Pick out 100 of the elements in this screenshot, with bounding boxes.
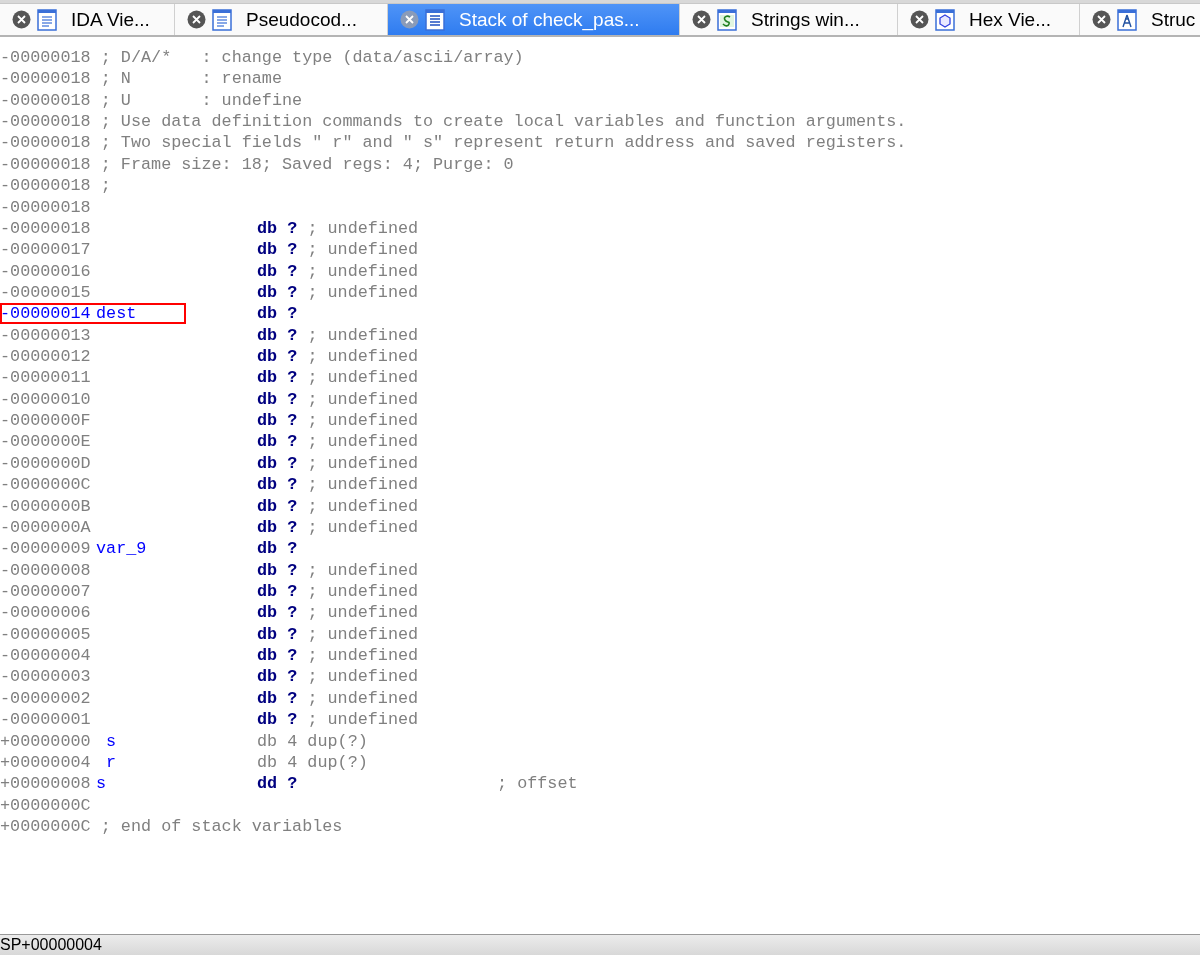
address-text: -00000016 [0,260,91,282]
address-text: -00000010 [0,388,91,411]
address-text: -00000008 [0,559,91,581]
tab[interactable]: Hex Vie... [898,4,1080,35]
comment-text: ; Two special fields " r" and " s" represent return address and saved registers. [99,132,907,154]
status-bar: SP+00000004 [0,934,1200,955]
type-text: db ? [257,388,298,411]
comment-text: ; undefined [306,324,419,347]
address-text: +00000008 [0,773,91,795]
comment-text: ; undefined [306,452,419,475]
address-text: -00000006 [0,602,91,624]
type-text: db ? [257,281,298,304]
comment-text: ; undefined [306,687,419,710]
comment-text: ; undefined [306,495,419,517]
type-text: db ? [257,559,298,581]
comment-text: ; Frame size: 18; Saved regs: 4; Purge: 0 [99,153,514,176]
comment-text: ; undefined [306,217,419,240]
type-text: db ? [257,367,298,389]
address-text: -00000018 [0,196,91,218]
comment-text: ; undefined [306,388,419,411]
address-text: -00000002 [0,687,91,710]
comment-text: ; Use data definition commands to create local variables and function arguments. [99,111,907,133]
type-text: dd ? [257,773,298,795]
type-text: db ? [257,452,298,475]
address-text: -00000018 [0,47,91,69]
comment-text: ; undefined [306,281,419,304]
close-icon[interactable] [187,10,206,29]
type-text: db 4 dup(?) [257,730,368,752]
tab[interactable]: Stack of check_pas... [388,4,680,35]
stack-list-icon [425,8,445,31]
variable-name[interactable]: s [96,773,107,795]
variable-name[interactable]: s [106,730,117,752]
document-icon [37,8,57,31]
address-text: -00000001 [0,709,91,731]
comment-text: ; undefined [306,410,419,432]
type-text: db ? [257,581,298,603]
comment-text: ; undefined [306,431,419,453]
address-text: -0000000E [0,431,91,453]
variable-name[interactable]: dest [96,303,137,325]
comment-text: ; undefined [306,260,419,282]
type-text: db ? [257,516,298,539]
comment-text: ; undefined [306,602,419,624]
address-text: -0000000B [0,495,91,517]
type-text: db ? [257,324,298,347]
address-text: -00000011 [0,367,91,389]
comment-text: ; undefined [306,709,419,731]
address-text: -00000004 [0,645,91,667]
address-text: -0000000F [0,410,91,432]
address-text: +0000000C [0,794,91,816]
address-text: -00000018 [0,175,91,197]
comment-text: ; undefined [306,581,419,603]
address-text: -00000018 [0,68,91,90]
address-text: -00000018 [0,89,91,112]
type-text: db ? [257,602,298,624]
close-icon[interactable] [12,10,31,29]
type-text: db 4 dup(?) [257,751,368,774]
comment-text: ; U : undefine [99,89,303,112]
type-text: db ? [257,410,298,432]
type-text: db ? [257,217,298,240]
tab[interactable]: Pseudocod... [175,4,388,35]
document-icon [212,8,232,31]
variable-name[interactable]: r [106,751,117,774]
tab[interactable]: IDA Vie... [0,4,175,35]
comment-text: ; undefined [306,645,419,667]
address-text: -00000018 [0,153,91,176]
letter-s-icon [717,8,737,31]
address-text: -00000005 [0,623,91,646]
tab[interactable]: Struc [1080,4,1200,35]
type-text: db ? [257,260,298,282]
address-text: -0000000C [0,474,91,496]
type-text: db ? [257,431,298,453]
tab[interactable]: Strings win... [680,4,898,35]
type-text: db ? [257,645,298,667]
address-text: -00000007 [0,581,91,603]
address-text: +00000000 [0,730,91,752]
comment-text: ; undefined [306,666,419,688]
comment-text: ; undefined [306,346,419,368]
address-text: -0000000A [0,516,91,539]
address-text: -00000012 [0,346,91,368]
close-icon[interactable] [400,10,419,29]
address-text: +0000000C [0,815,91,838]
comment-text: ; undefined [306,559,419,581]
comment-text: ; undefined [306,516,419,539]
close-icon[interactable] [692,10,711,29]
comment-text: ; undefined [306,623,419,646]
comment-text: ; end of stack variables [99,815,343,838]
comment-text: ; undefined [306,367,419,389]
close-icon[interactable] [910,10,929,29]
comment-text: ; N : rename [99,68,282,90]
type-text: db ? [257,239,298,261]
type-text: db ? [257,303,298,325]
type-text: db ? [257,474,298,496]
variable-name[interactable]: var_9 [96,538,147,560]
type-text: db ? [257,538,298,560]
close-icon[interactable] [1092,10,1111,29]
type-text: db ? [257,687,298,710]
comment-text: ; offset [497,773,578,795]
comment-text: ; D/A/* : change type (data/ascii/array) [99,47,524,69]
comment-text: ; undefined [306,474,419,496]
address-text: -00000018 [0,132,91,154]
